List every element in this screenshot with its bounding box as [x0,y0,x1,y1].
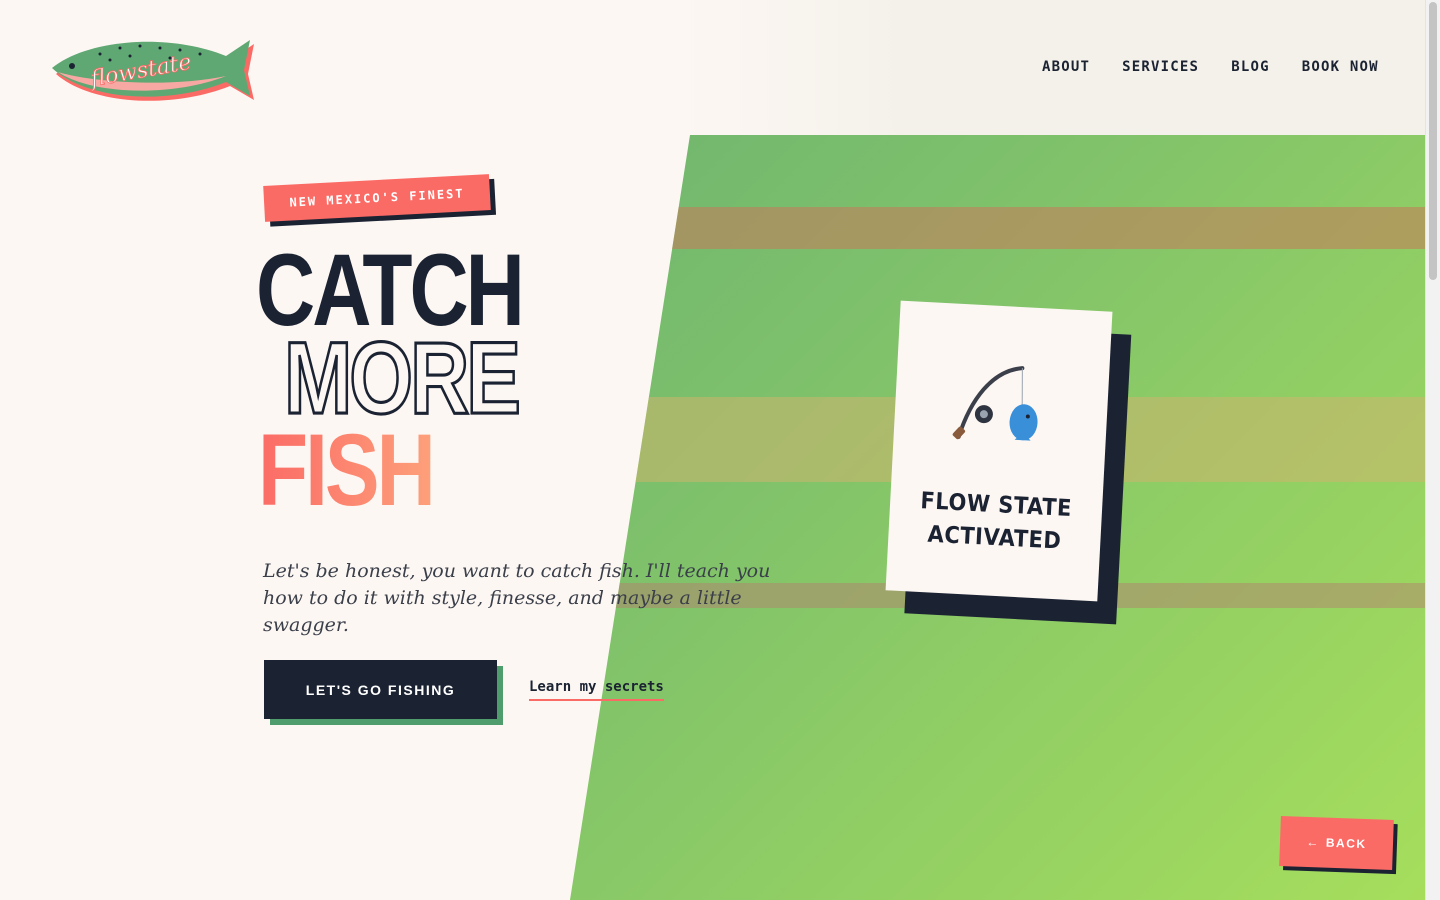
logo[interactable]: flowstate [50,30,256,108]
back-button-wrap[interactable]: ← BACK [1279,816,1398,875]
hero-image-panel [570,135,1425,900]
hero-lede: Let's be honest, you want to catch fish.… [263,560,771,636]
back-button[interactable]: ← BACK [1279,816,1394,870]
river-band [570,397,1425,482]
back-label: BACK [1325,835,1367,852]
trout-icon: flowstate [52,40,254,101]
lets-go-fishing-button[interactable]: LET'S GO FISHING [264,660,497,719]
cta-button-wrap[interactable]: LET'S GO FISHING [264,660,503,725]
card-face: FLOW STATE ACTIVATED [885,300,1113,602]
learn-secrets-link[interactable]: Learn my secrets [529,679,664,701]
main-nav: ABOUT SERVICES BLOG BOOK NOW [1042,59,1379,75]
nav-blog[interactable]: BLOG [1231,59,1270,75]
hero-headline: CATCH MORE FISH [256,239,525,522]
nav-book-now[interactable]: BOOK NOW [1302,59,1379,75]
nav-services[interactable]: SERVICES [1122,59,1199,75]
card-label: FLOW STATE ACTIVATED [888,482,1103,559]
fishing-pole-icon [952,366,1038,441]
headline-fish: FISH [258,413,436,528]
river-band [570,207,1425,249]
scrollbar-thumb[interactable] [1429,2,1437,280]
page-scrollbar[interactable] [1425,0,1440,900]
back-arrow-icon: ← [1306,834,1321,850]
flow-state-card: FLOW STATE ACTIVATED [885,300,1132,625]
region-tag: NEW MEXICO'S FINEST [263,174,497,227]
nav-about[interactable]: ABOUT [1042,59,1090,75]
